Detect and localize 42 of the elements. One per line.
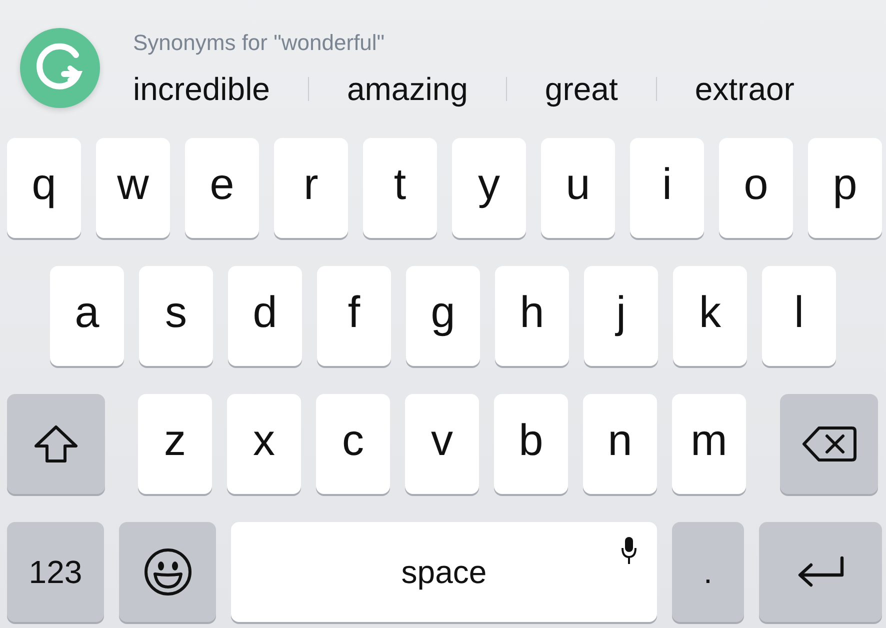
- emoji-key[interactable]: [119, 522, 216, 622]
- letter-key[interactable]: w: [96, 138, 170, 238]
- smiley-face-icon: [142, 547, 192, 597]
- letter-key[interactable]: g: [406, 266, 480, 366]
- suggestion-word[interactable]: great: [544, 70, 618, 108]
- letter-key[interactable]: y: [452, 138, 526, 238]
- suggestion-word[interactable]: amazing: [346, 70, 468, 108]
- letter-key[interactable]: m: [672, 394, 746, 494]
- suggestion-header: Synonyms for "wonderful": [133, 30, 385, 56]
- space-key[interactable]: space: [231, 522, 657, 622]
- letter-key[interactable]: s: [139, 266, 213, 366]
- letter-key[interactable]: x: [227, 394, 301, 494]
- letter-key[interactable]: z: [138, 394, 212, 494]
- period-key[interactable]: .: [672, 522, 744, 622]
- backspace-key[interactable]: [780, 394, 878, 494]
- letter-key[interactable]: a: [50, 266, 124, 366]
- letter-key[interactable]: n: [583, 394, 657, 494]
- suggestion-word[interactable]: incredible: [133, 70, 270, 108]
- letter-key[interactable]: l: [762, 266, 836, 366]
- shift-arrow-icon: [32, 424, 80, 464]
- shift-key[interactable]: [7, 394, 105, 494]
- letter-key[interactable]: e: [185, 138, 259, 238]
- letter-key[interactable]: u: [541, 138, 615, 238]
- letter-key[interactable]: v: [405, 394, 479, 494]
- suggestion-word[interactable]: extraor: [694, 70, 794, 108]
- letter-key[interactable]: f: [317, 266, 391, 366]
- return-key[interactable]: [759, 522, 882, 622]
- letter-key[interactable]: i: [630, 138, 704, 238]
- letter-key[interactable]: k: [673, 266, 747, 366]
- letter-key[interactable]: c: [316, 394, 390, 494]
- letter-key[interactable]: d: [228, 266, 302, 366]
- letter-key[interactable]: o: [719, 138, 793, 238]
- letter-key[interactable]: t: [363, 138, 437, 238]
- letter-key[interactable]: q: [7, 138, 81, 238]
- backspace-icon: [801, 425, 857, 463]
- letter-key[interactable]: b: [494, 394, 568, 494]
- numbers-key[interactable]: 123: [7, 522, 104, 622]
- letter-key[interactable]: j: [584, 266, 658, 366]
- microphone-icon[interactable]: [621, 536, 637, 566]
- letter-key[interactable]: p: [808, 138, 882, 238]
- letter-key[interactable]: r: [274, 138, 348, 238]
- letter-key[interactable]: h: [495, 266, 569, 366]
